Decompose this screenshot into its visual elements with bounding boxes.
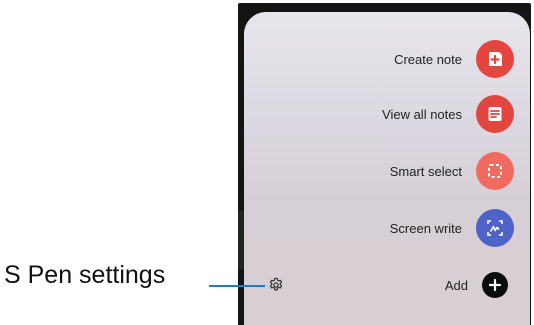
gear-icon[interactable] — [266, 275, 286, 295]
s-pen-settings-callout: S Pen settings — [4, 261, 166, 289]
air-command-panel: Create note View all notes Smart select … — [244, 12, 530, 325]
menu-item-label: Screen write — [389, 220, 462, 236]
menu-item-add[interactable]: Add — [445, 266, 514, 304]
menu-item-smart-select[interactable]: Smart select — [390, 152, 514, 190]
create-note-icon — [476, 40, 514, 78]
add-icon — [482, 272, 508, 298]
menu-item-view-all-notes[interactable]: View all notes — [382, 95, 514, 133]
menu-item-label: View all notes — [382, 106, 462, 122]
callout-line — [209, 285, 265, 287]
smart-select-icon — [476, 152, 514, 190]
menu-item-label: Smart select — [389, 163, 462, 179]
menu-item-label: Add — [444, 277, 468, 293]
menu-item-screen-write[interactable]: Screen write — [390, 209, 514, 247]
screen-write-icon — [476, 209, 514, 247]
menu-item-label: Create note — [394, 51, 462, 67]
menu-item-create-note[interactable]: Create note — [394, 40, 514, 78]
view-all-notes-icon — [476, 95, 514, 133]
